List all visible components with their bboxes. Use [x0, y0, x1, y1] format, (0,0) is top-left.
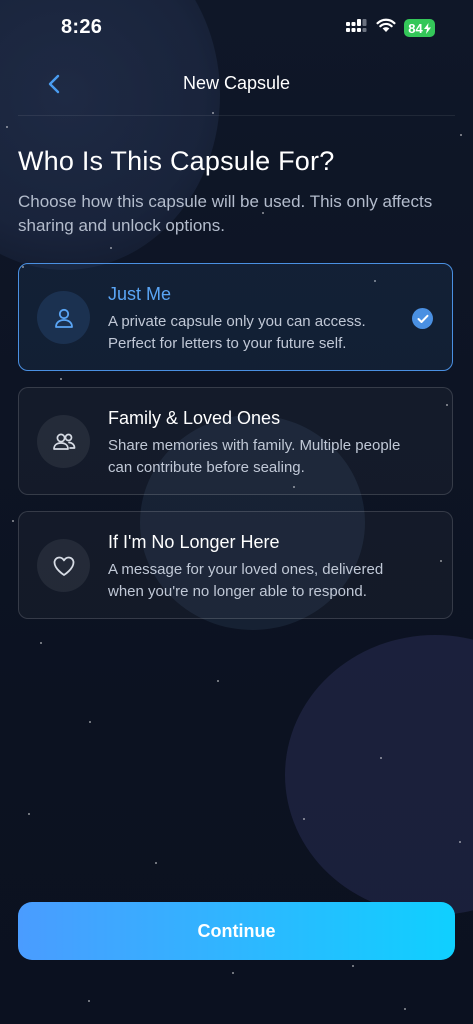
- option-card-just-me[interactable]: Just Me A private capsule only you can a…: [18, 263, 453, 371]
- star: [217, 680, 219, 682]
- star: [110, 247, 112, 249]
- star: [155, 862, 157, 864]
- star: [88, 1000, 90, 1002]
- nav-title: New Capsule: [182, 73, 291, 93]
- star: [303, 818, 305, 820]
- star: [28, 813, 30, 815]
- option-description: A message for your loved ones, delivered…: [108, 561, 384, 600]
- star: [232, 972, 234, 974]
- star: [380, 757, 382, 759]
- option-card-no-longer-here[interactable]: If I'm No Longer Here A message for your…: [18, 511, 453, 619]
- star: [404, 1008, 406, 1010]
- star: [40, 642, 42, 644]
- page-subtitle: Choose how this capsule will be used. Th…: [18, 192, 433, 235]
- wifi-icon: [376, 18, 396, 38]
- star: [12, 520, 14, 522]
- battery-charging-icon: 84: [404, 19, 435, 37]
- star: [459, 841, 461, 843]
- star: [460, 134, 462, 136]
- star: [60, 378, 62, 380]
- checkmark-icon: [412, 308, 433, 329]
- status-icons: 84: [346, 18, 435, 38]
- signal-icon: [346, 18, 368, 38]
- nav-divider: [18, 115, 455, 116]
- screen: 8:26 84 New Capsule Who Is This Capsule …: [0, 0, 473, 1024]
- background-glow: [285, 635, 473, 915]
- page-title: Who Is This Capsule For?: [18, 146, 335, 176]
- heart-icon: [37, 539, 90, 592]
- star: [89, 721, 91, 723]
- continue-button[interactable]: Continue: [18, 902, 455, 960]
- option-title: Family & Loved Ones: [108, 408, 281, 428]
- star: [212, 112, 214, 114]
- status-time: 8:26: [61, 16, 103, 38]
- option-title: If I'm No Longer Here: [108, 532, 280, 552]
- star: [352, 965, 354, 967]
- person-icon: [37, 291, 90, 344]
- option-card-family[interactable]: Family & Loved Ones Share memories with …: [18, 387, 453, 495]
- option-title: Just Me: [108, 284, 172, 304]
- option-description: A private capsule only you can access. P…: [108, 313, 366, 352]
- people-icon: [37, 415, 90, 468]
- option-description: Share memories with family. Multiple peo…: [108, 437, 401, 476]
- star: [6, 126, 8, 128]
- battery-level: 84: [408, 20, 423, 36]
